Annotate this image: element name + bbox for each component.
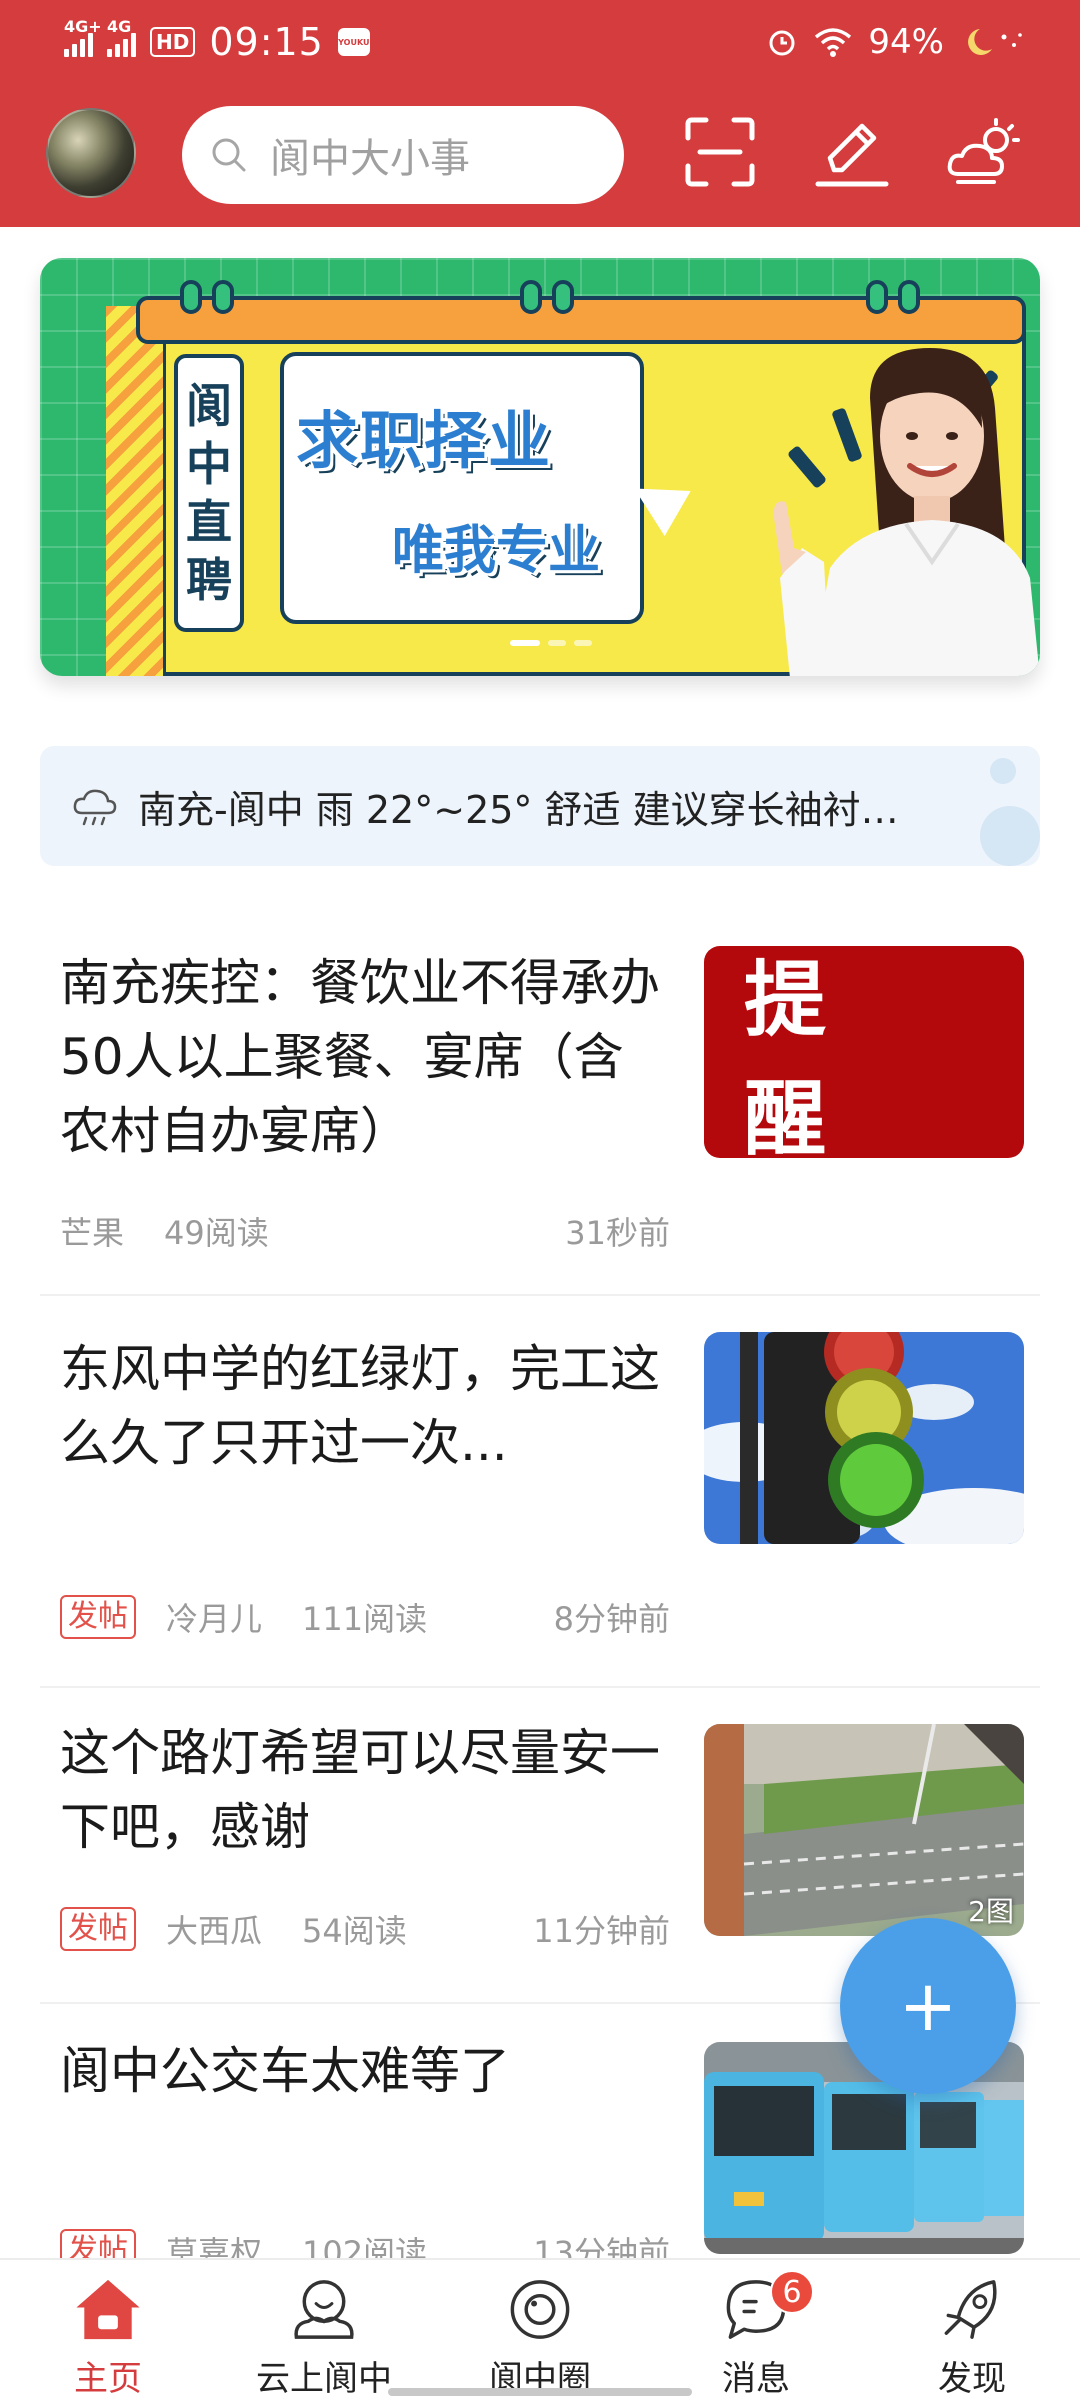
news-meta: 发帖 冷月儿 111阅读 8分钟前 (60, 1592, 670, 1642)
vertical-char: 聘 (186, 553, 232, 607)
nav-label: 云上阆中 (256, 2359, 392, 2399)
add-post-button[interactable]: + (840, 1918, 1016, 2094)
alarm-icon (769, 30, 795, 56)
app-screen: 4G+ 4G HD 09:15 YOUKU 94% 阆中大小事 阆 中 直 聘 … (0, 0, 1080, 2400)
network-label: 4G+ (64, 17, 102, 36)
banner-subtitle: 唯我专业 (392, 521, 601, 581)
binder-ring (552, 280, 574, 314)
nav-home[interactable]: 主页 (0, 2260, 216, 2400)
hd-icon: HD (150, 27, 196, 57)
news-thumbnail[interactable]: 2图 (704, 1724, 1024, 1936)
user-avatar[interactable] (46, 108, 136, 198)
binder-ring (212, 280, 234, 314)
cloud-face-icon (294, 2280, 354, 2339)
post-tag: 发帖 (60, 1595, 136, 1639)
thumbnail-text: 提 醒 (744, 953, 867, 1158)
status-right: 94% (766, 20, 1024, 64)
vertical-char: 阆 (186, 379, 232, 433)
news-author: 芒果 (60, 1214, 125, 1252)
news-thumbnail[interactable]: 提 醒 (704, 946, 1024, 1158)
decor-bubble (990, 758, 1016, 784)
decor-bubble (980, 806, 1040, 866)
nav-messages[interactable]: 6 消息 (648, 2260, 864, 2400)
news-reads: 54阅读 (302, 1912, 407, 1950)
list-item[interactable]: 东风中学的红绿灯，完工这么久了只开过一次... 发帖 冷月儿 111阅读 8分钟… (40, 1296, 1040, 1688)
nav-cloud-langzhong[interactable]: 云上阆中 (216, 2260, 432, 2400)
nav-label: 主页 (74, 2359, 142, 2399)
rocket-icon (944, 2280, 997, 2339)
binder-ring (180, 280, 202, 314)
battery-level: 94% (868, 22, 944, 62)
news-author: 冷月儿 (166, 1600, 263, 1638)
message-badge: 6 (770, 2270, 814, 2314)
news-author: 大西瓜 (166, 1912, 263, 1950)
status-bar: 4G+ 4G HD 09:15 YOUKU 94% (0, 0, 1080, 84)
carousel-indicator (510, 640, 592, 646)
plus-icon: + (898, 1965, 958, 2047)
post-tag: 发帖 (60, 1907, 136, 1951)
nav-discover[interactable]: 发现 (864, 2260, 1080, 2400)
banner-board-top (136, 296, 1026, 344)
news-title[interactable]: 阆中公交车太难等了 (60, 2034, 660, 2108)
vertical-char: 直 (186, 495, 232, 549)
banner-stripes (106, 306, 166, 676)
status-left: 4G+ 4G HD 09:15 YOUKU (64, 17, 370, 64)
banner-title: 求职择业 (296, 404, 553, 477)
signal-icon: 4G+ (64, 17, 102, 57)
binder-ring (520, 280, 542, 314)
search-placeholder: 阆中大小事 (270, 136, 470, 182)
recruitment-banner[interactable]: 阆 中 直 聘 求职择业 唯我专业 (40, 258, 1040, 676)
news-time: 11分钟前 (533, 1912, 670, 1950)
wifi-icon (815, 28, 852, 57)
rain-cloud-icon (73, 789, 117, 826)
header: 4G+ 4G HD 09:15 YOUKU 94% 阆中大小事 (0, 0, 1080, 227)
search-bar[interactable]: 阆中大小事 (182, 106, 624, 204)
home-indicator[interactable] (388, 2388, 692, 2396)
weather-bar[interactable]: 南充-阆中 雨 22°~25° 舒适 建议穿长袖衬… (40, 746, 1040, 866)
news-time: 8分钟前 (553, 1600, 670, 1638)
news-title[interactable]: 东风中学的红绿灯，完工这么久了只开过一次... (60, 1332, 660, 1480)
list-item[interactable]: 南充疾控：餐饮业不得承办50人以上聚餐、宴席（含农村自办宴席） 芒果 49阅读 … (40, 920, 1040, 1296)
news-meta: 发帖 大西瓜 54阅读 11分钟前 (60, 1904, 670, 1954)
scan-icon[interactable] (680, 112, 760, 192)
youku-app-icon: YOUKU (337, 28, 370, 56)
nav-circle[interactable]: 阆中圈 (432, 2260, 648, 2400)
traffic-light-photo[interactable] (704, 1332, 1024, 1544)
status-time: 09:15 (209, 20, 324, 64)
bottom-nav: 主页 云上阆中 阆中圈 6 消息 发现 (0, 2258, 1080, 2400)
night-mode-icon (968, 29, 1022, 55)
edit-icon[interactable] (812, 112, 892, 192)
binder-ring (898, 280, 920, 314)
weather-icon[interactable] (944, 112, 1024, 192)
vertical-char: 中 (186, 437, 232, 491)
binder-ring (866, 280, 888, 314)
news-meta: 芒果 49阅读 31秒前 (60, 1206, 670, 1256)
vertical-title: 阆 中 直 聘 (174, 354, 244, 632)
planet-icon (510, 2280, 570, 2339)
nav-label: 消息 (722, 2359, 790, 2399)
home-icon (76, 2279, 140, 2340)
news-reads: 49阅读 (164, 1214, 269, 1252)
weather-text: 南充-阆中 雨 22°~25° 舒适 建议穿长袖衬… (138, 787, 899, 832)
news-reads: 111阅读 (302, 1600, 428, 1638)
news-title[interactable]: 这个路灯希望可以尽量安一下吧，感谢 (60, 1716, 660, 1864)
nav-label: 发现 (938, 2359, 1006, 2399)
signal-icon: 4G (107, 17, 136, 57)
image-count: 2图 (968, 1895, 1014, 1928)
woman-illustration (773, 348, 1040, 676)
search-icon (212, 138, 246, 172)
network-label: 4G (107, 17, 132, 36)
news-time: 31秒前 (565, 1214, 670, 1252)
news-title[interactable]: 南充疾控：餐饮业不得承办50人以上聚餐、宴席（含农村自办宴席） (60, 946, 660, 1168)
